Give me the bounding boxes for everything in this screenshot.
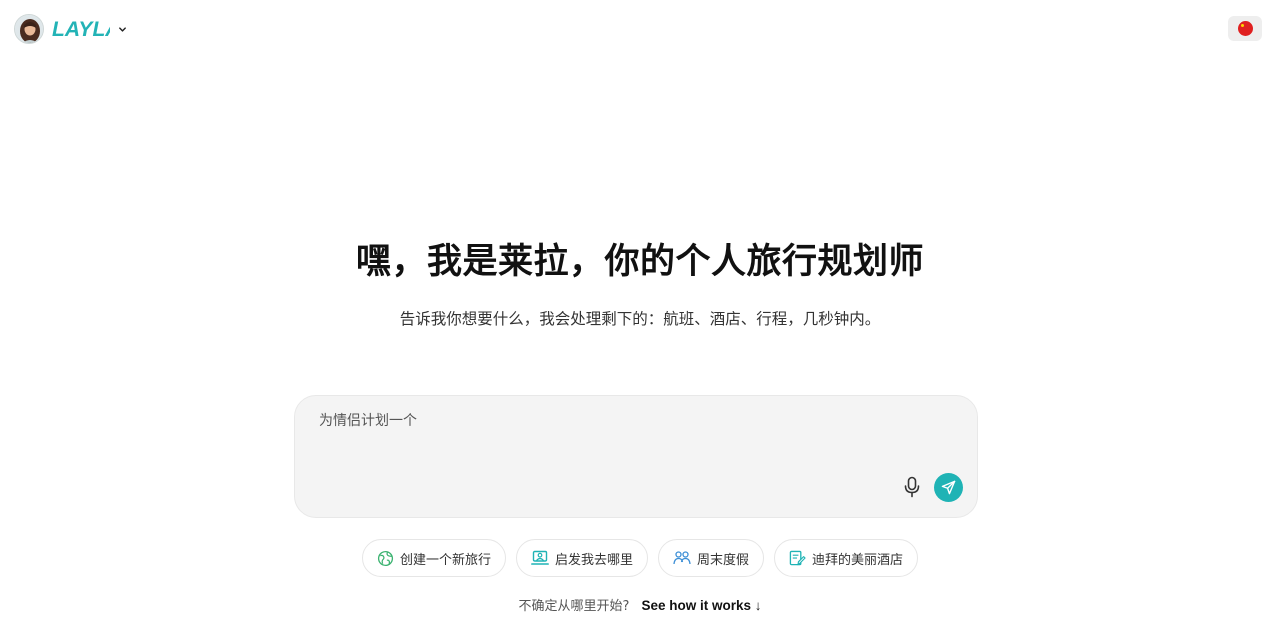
globe-icon [377,550,394,566]
hint-text: 不确定从哪里开始? [518,599,630,614]
logo-wordmark: LAYLA [52,18,110,40]
edit-icon [789,550,806,565]
suggestion-chip-inspire[interactable]: 启发我去哪里 [515,539,648,577]
language-switch-button[interactable] [1228,16,1262,41]
microphone-icon [904,476,920,498]
page: LAYLA 嘿，我是莱拉，你的个人旅行规划师 告诉我你想要什么，我会处理剩下的：… [0,0,1280,622]
suggestion-chip-label: 周末度假 [697,552,750,568]
suggestion-chip-weekend[interactable]: 周末度假 [658,539,765,577]
suggestion-chip-label: 创建一个新旅行 [399,552,491,568]
suggestion-chip-dubai-hotels[interactable]: 迪拜的美丽酒店 [774,539,919,577]
prompt-input[interactable] [319,410,919,470]
page-subtitle: 告诉我你想要什么，我会处理剩下的：航班、酒店、行程，几秒钟内。 [399,310,881,328]
chevron-down-icon [118,25,127,34]
see-how-it-works-link[interactable]: See how it works ↓ [642,598,762,613]
how-it-works-hint: 不确定从哪里开始? See how it works ↓ [0,597,1280,616]
send-icon [941,480,956,495]
suggestion-chip-new-trip[interactable]: 创建一个新旅行 [361,539,506,577]
page-title: 嘿，我是莱拉，你的个人旅行规划师 [355,242,924,282]
suggestion-chips: 创建一个新旅行 启发我去哪里 周末度假 迪拜的美丽酒店 [0,539,1280,577]
brand-menu[interactable]: LAYLA [14,13,127,45]
laptop-icon [531,550,549,565]
china-flag-icon [1237,21,1253,36]
people-icon [673,551,691,565]
suggestion-chip-label: 迪拜的美丽酒店 [812,552,904,568]
suggestion-chip-label: 启发我去哪里 [554,552,633,568]
microphone-button[interactable] [901,474,923,500]
layla-logo: LAYLA [52,14,110,44]
avatar [14,14,44,44]
send-button[interactable] [934,473,963,502]
prompt-box [294,395,978,518]
header: LAYLA [0,0,1280,58]
